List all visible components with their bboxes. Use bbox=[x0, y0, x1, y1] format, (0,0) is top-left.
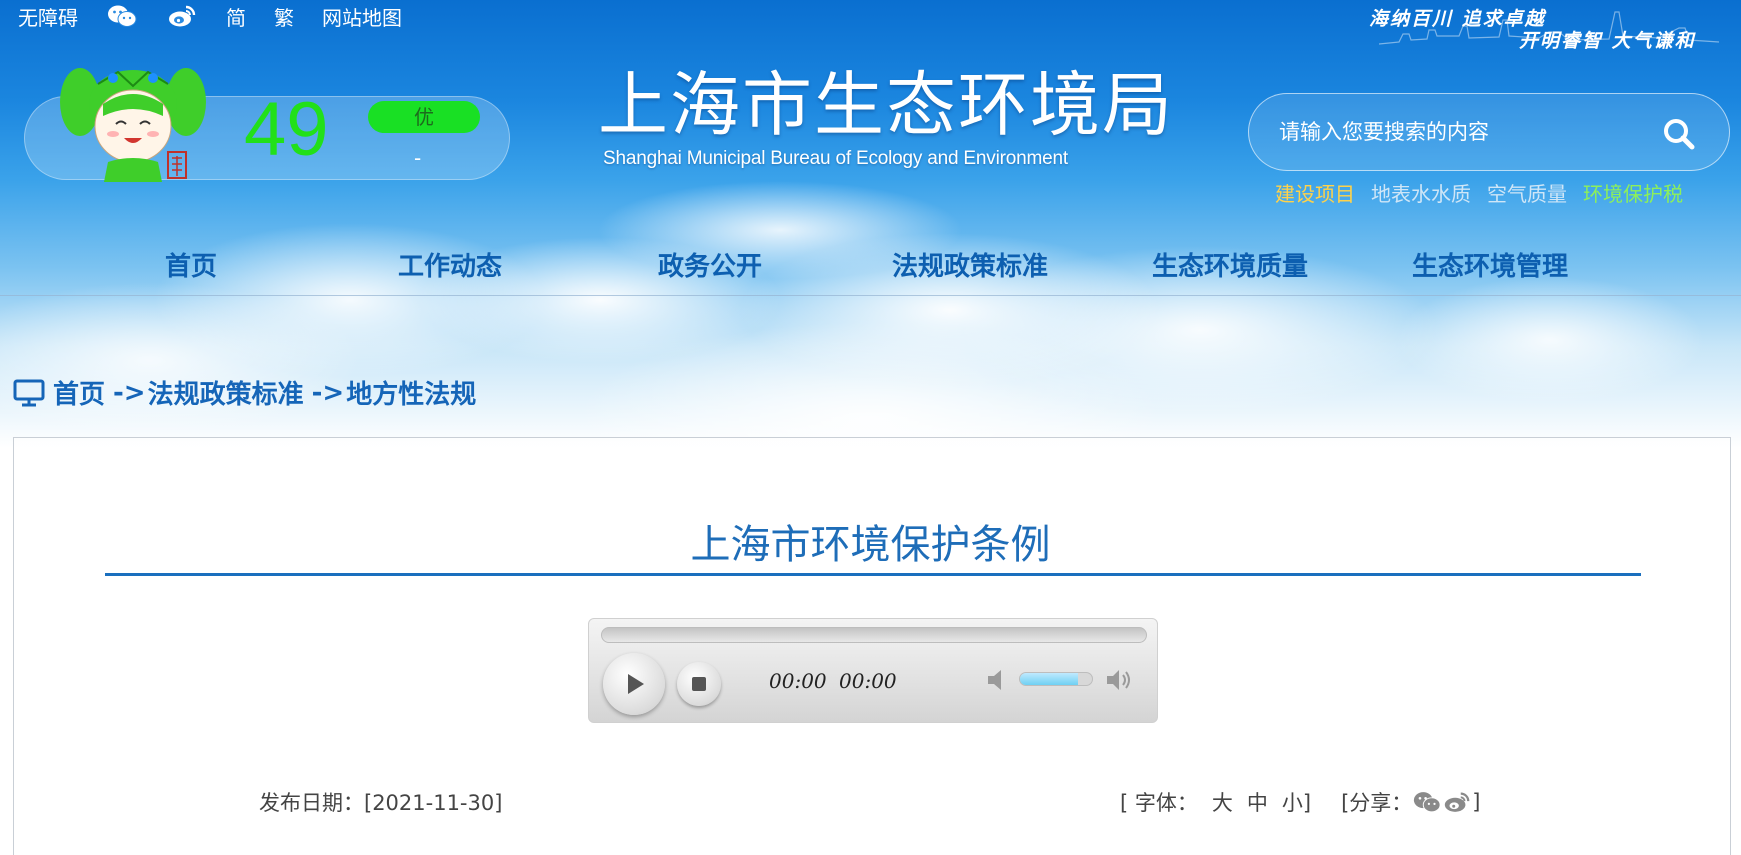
quick-links: 建设项目 地表水水质 空气质量 环境保护税 bbox=[1275, 178, 1699, 207]
stop-icon bbox=[692, 677, 706, 691]
nav-item-gov-affairs[interactable]: 政务公开 bbox=[658, 246, 762, 283]
site-logo-title[interactable]: 上海市生态环境局 bbox=[598, 70, 1174, 140]
audio-current-time: 00:00 bbox=[769, 669, 827, 693]
quick-link-water-quality[interactable]: 地表水水质 bbox=[1371, 178, 1471, 207]
font-size-small[interactable]: 小] bbox=[1282, 787, 1311, 817]
aqi-level-badge: 优 bbox=[368, 101, 480, 133]
nav-item-home[interactable]: 首页 bbox=[165, 246, 217, 283]
mascot-icon bbox=[60, 68, 206, 182]
volume-slider[interactable] bbox=[1019, 672, 1093, 686]
site-logo-subtitle: Shanghai Municipal Bureau of Ecology and… bbox=[603, 148, 1068, 169]
simplified-chinese-link[interactable]: 简 bbox=[226, 2, 246, 31]
nav-item-regulations[interactable]: 法规政策标准 bbox=[892, 246, 1048, 283]
breadcrumb-local-regulations[interactable]: 地方性法规 bbox=[346, 374, 476, 411]
search-box bbox=[1248, 93, 1730, 171]
monitor-icon bbox=[13, 379, 45, 406]
quick-link-env-tax[interactable]: 环境保护税 bbox=[1583, 178, 1683, 207]
aqi-primary-pollutant: - bbox=[414, 146, 422, 170]
traditional-chinese-link[interactable]: 繁 bbox=[274, 2, 294, 31]
sitemap-link[interactable]: 网站地图 bbox=[322, 2, 402, 31]
breadcrumb-regulations[interactable]: 法规政策标准 bbox=[148, 374, 304, 411]
share-end: ] bbox=[1472, 790, 1481, 814]
nav-item-eco-quality[interactable]: 生态环境质量 bbox=[1152, 246, 1308, 283]
breadcrumb-separator: -> bbox=[311, 377, 345, 408]
font-size-label: [ 字体： bbox=[1120, 791, 1198, 815]
quick-link-air-quality[interactable]: 空气质量 bbox=[1487, 178, 1567, 207]
audio-duration: 00:00 bbox=[839, 669, 897, 693]
weibo-icon[interactable] bbox=[166, 3, 198, 29]
slogan: 海纳百川 追求卓越 开明睿智 大气谦和 bbox=[1369, 2, 1729, 52]
aqi-value: 49 bbox=[244, 87, 329, 172]
wechat-icon[interactable] bbox=[106, 3, 138, 29]
accessibility-link[interactable]: 无障碍 bbox=[18, 2, 78, 31]
share-wechat-icon[interactable] bbox=[1412, 789, 1442, 815]
share-weibo-icon[interactable] bbox=[1442, 789, 1472, 815]
nav-item-eco-management[interactable]: 生态环境管理 bbox=[1412, 246, 1568, 283]
main-nav: 首页 工作动态 政务公开 法规政策标准 生态环境质量 生态环境管理 bbox=[0, 236, 1741, 296]
stop-button[interactable] bbox=[677, 662, 721, 706]
article-tools: [ 字体： 大 中 小] [分享： ] bbox=[1120, 787, 1480, 817]
breadcrumb: 首页 -> 法规政策标准 -> 地方性法规 bbox=[13, 374, 476, 411]
volume-max-icon[interactable] bbox=[1104, 665, 1134, 695]
audio-progress-bar[interactable] bbox=[601, 627, 1147, 643]
breadcrumb-home[interactable]: 首页 bbox=[53, 374, 105, 411]
audio-player: 00:00 00:00 bbox=[588, 618, 1158, 723]
breadcrumb-separator: -> bbox=[113, 377, 146, 408]
top-utility-bar: 无障碍 简 繁 网站地图 bbox=[0, 0, 430, 32]
publish-date-label: 发布日期： bbox=[259, 791, 364, 815]
font-size-medium[interactable]: 中 bbox=[1247, 787, 1268, 817]
publish-date: 发布日期：[2021-11-30] bbox=[259, 787, 502, 817]
publish-date-value: [2021-11-30] bbox=[364, 791, 503, 815]
nav-item-work-news[interactable]: 工作动态 bbox=[398, 246, 502, 283]
quick-link-construction[interactable]: 建设项目 bbox=[1275, 178, 1355, 207]
font-size-large[interactable]: 大 bbox=[1212, 787, 1233, 817]
search-icon[interactable] bbox=[1657, 112, 1701, 156]
title-divider bbox=[105, 573, 1641, 576]
slogan-line-2: 开明睿智 大气谦和 bbox=[1519, 30, 1696, 52]
share-label: [分享： bbox=[1341, 791, 1413, 815]
mute-icon[interactable] bbox=[984, 665, 1014, 695]
play-button[interactable] bbox=[603, 653, 665, 715]
search-input[interactable] bbox=[1279, 112, 1639, 152]
volume-level bbox=[1020, 673, 1078, 685]
article-title: 上海市环境保护条例 bbox=[690, 522, 1051, 568]
play-icon bbox=[628, 674, 644, 694]
